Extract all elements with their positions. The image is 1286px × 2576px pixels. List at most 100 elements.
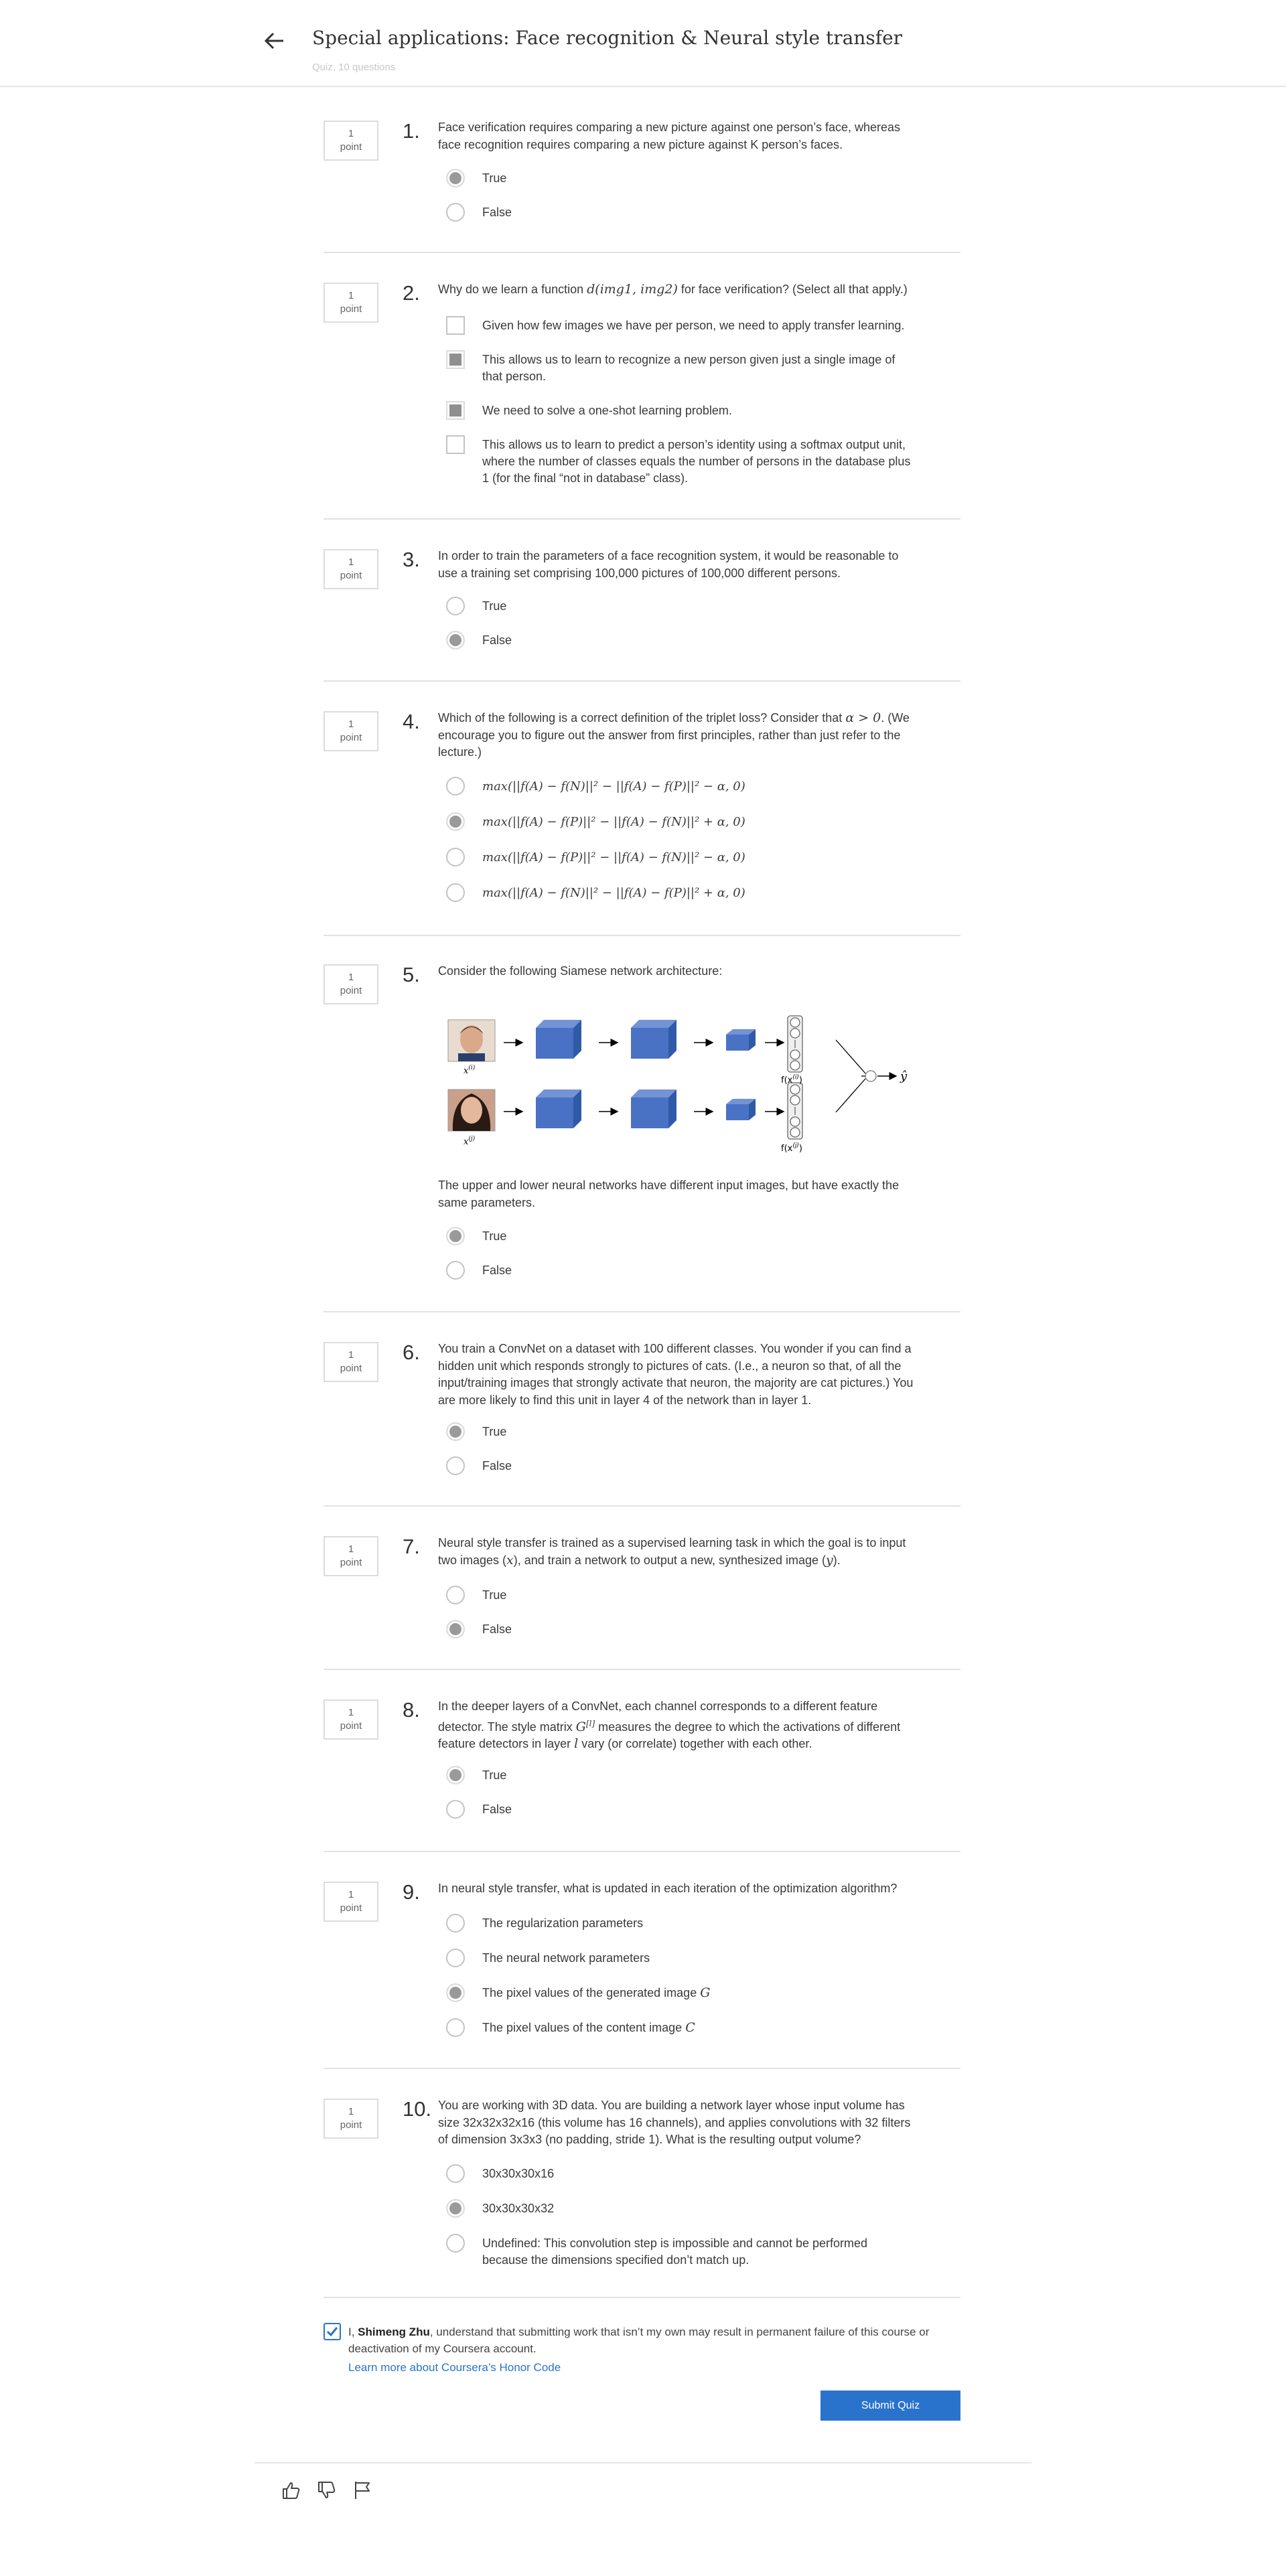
radio-button[interactable]	[446, 1620, 465, 1639]
conv-block-bottom-3	[726, 1099, 756, 1120]
question-text: In order to train the parameters of a fa…	[438, 549, 899, 580]
option-label: False	[482, 1264, 512, 1277]
radio-button[interactable]	[446, 2234, 465, 2253]
question-number: 5.	[403, 963, 420, 986]
radio-button[interactable]	[446, 1800, 465, 1819]
points-label: point	[340, 1363, 362, 1374]
points-value: 1	[348, 1349, 354, 1361]
question-text: In the deeper layers of a ConvNet, each …	[438, 1698, 920, 1753]
math-expression: G	[575, 1719, 586, 1734]
points-value: 1	[348, 290, 354, 301]
honor-text: , understand that submitting work that i…	[348, 2326, 930, 2355]
points-box: 1 point	[324, 283, 378, 323]
option-label: The pixel values of the generated image …	[482, 1985, 911, 2001]
conv-block-bottom-2	[631, 1089, 676, 1128]
points-box: 1 point	[324, 711, 378, 751]
option-label: The neural network parameters	[482, 1951, 650, 1965]
encoding-label-bottom: f(x(j))	[781, 1142, 802, 1154]
radio-button[interactable]	[446, 597, 465, 615]
question-text: Neural style transfer is trained as a su…	[438, 1535, 920, 1569]
conv-block-top-2	[631, 1020, 676, 1059]
footer-divider	[255, 2462, 1031, 2464]
encoding-vector-bottom	[787, 1082, 803, 1140]
thumbs-down-icon[interactable]	[315, 2479, 338, 2502]
option-label: True	[482, 1588, 507, 1602]
radio-button[interactable]	[446, 1983, 465, 2002]
points-box: 1 point	[324, 549, 378, 589]
radio-button[interactable]	[446, 883, 465, 902]
conv-block-top-3	[726, 1029, 756, 1051]
merge-lines	[835, 1039, 866, 1113]
math-expression: α > 0	[845, 710, 881, 725]
points-label: point	[340, 985, 362, 996]
encoding-label-top: f(x(i))	[781, 1074, 802, 1085]
points-value: 1	[348, 1889, 354, 1900]
radio-button[interactable]	[446, 2199, 465, 2218]
option-label: This allows us to learn to recognize a n…	[482, 353, 896, 383]
question-7: 1 point 7. Neural style transfer is train…	[324, 1507, 960, 1670]
checkbox[interactable]	[446, 435, 465, 454]
question-text: Consider the following Siamese network a…	[438, 964, 723, 978]
option-label: max(||f(A) − f(P)||² − ||f(A) − f(N)||² …	[482, 815, 745, 829]
honor-code-link[interactable]: Learn more about Coursera’s Honor Code	[348, 2361, 561, 2374]
radio-button[interactable]	[446, 1422, 465, 1441]
radio-button[interactable]	[446, 2164, 465, 2183]
points-value: 1	[348, 972, 354, 983]
points-label: point	[340, 1557, 362, 1568]
option-label: True	[482, 1425, 507, 1438]
option-label: max(||f(A) − f(P)||² − ||f(A) − f(N)||² …	[482, 850, 745, 864]
radio-button[interactable]	[446, 1586, 465, 1604]
input-label-bottom: x(j)	[463, 1135, 476, 1147]
radio-button[interactable]	[446, 169, 465, 187]
option-label: 30x30x30x32	[482, 2202, 555, 2215]
points-value: 1	[348, 2106, 354, 2117]
question-9: 1 point 9. In neural style transfer, what…	[324, 1852, 960, 2069]
option-text: The pixel values of the content image	[482, 2021, 686, 2034]
checkbox[interactable]	[446, 401, 465, 420]
checkbox[interactable]	[446, 350, 465, 369]
radio-button[interactable]	[446, 812, 465, 831]
points-box: 1 point	[324, 1699, 378, 1740]
radio-button[interactable]	[446, 2018, 465, 2037]
question-10: 1 point 10. You are working with 3D data.…	[324, 2069, 960, 2298]
math-expression: C	[685, 2020, 695, 2035]
points-label: point	[340, 1902, 362, 1914]
question-3: 1 point 3. In order to train the paramete…	[324, 520, 960, 682]
radio-button[interactable]	[446, 203, 465, 222]
radio-button[interactable]	[446, 1914, 465, 1933]
face-photo-top	[447, 1019, 496, 1062]
honor-code-checkbox[interactable]	[324, 2323, 341, 2340]
radio-button[interactable]	[446, 1766, 465, 1785]
points-label: point	[340, 141, 362, 153]
page-subtitle: Quiz, 10 questions	[312, 62, 396, 73]
question-1: 1 point 1. Face verification requires com…	[324, 100, 960, 253]
thumbs-up-icon[interactable]	[279, 2479, 302, 2502]
radio-button[interactable]	[446, 631, 465, 650]
radio-button[interactable]	[446, 1261, 465, 1280]
radio-button[interactable]	[446, 1456, 465, 1475]
radio-button[interactable]	[446, 1227, 465, 1245]
question-text: You train a ConvNet on a dataset with 10…	[438, 1342, 914, 1407]
option-label: True	[482, 1768, 507, 1782]
question-number: 7.	[403, 1535, 420, 1558]
conv-block-bottom-1	[536, 1089, 581, 1128]
radio-button[interactable]	[446, 777, 465, 795]
question-number: 3.	[403, 548, 420, 571]
question-number: 1.	[403, 119, 420, 143]
radio-button[interactable]	[446, 1949, 465, 1967]
flag-icon[interactable]	[351, 2479, 374, 2502]
honor-prefix: I,	[348, 2326, 358, 2338]
option-label: True	[482, 171, 507, 185]
checkbox[interactable]	[446, 316, 465, 335]
option-label: False	[482, 206, 512, 219]
option-label: The pixel values of the content image C	[482, 2020, 911, 2036]
text-part: for face verification? (Select all that …	[677, 283, 908, 296]
radio-button[interactable]	[446, 848, 465, 866]
back-arrow-icon[interactable]	[263, 29, 286, 52]
option-label: 30x30x30x16	[482, 2167, 555, 2180]
points-value: 1	[348, 1543, 354, 1555]
question-text: In neural style transfer, what is update…	[438, 1882, 898, 1895]
submit-quiz-button[interactable]: Submit Quiz	[820, 2391, 960, 2421]
points-label: point	[340, 732, 362, 743]
points-box: 1 point	[324, 964, 378, 1004]
